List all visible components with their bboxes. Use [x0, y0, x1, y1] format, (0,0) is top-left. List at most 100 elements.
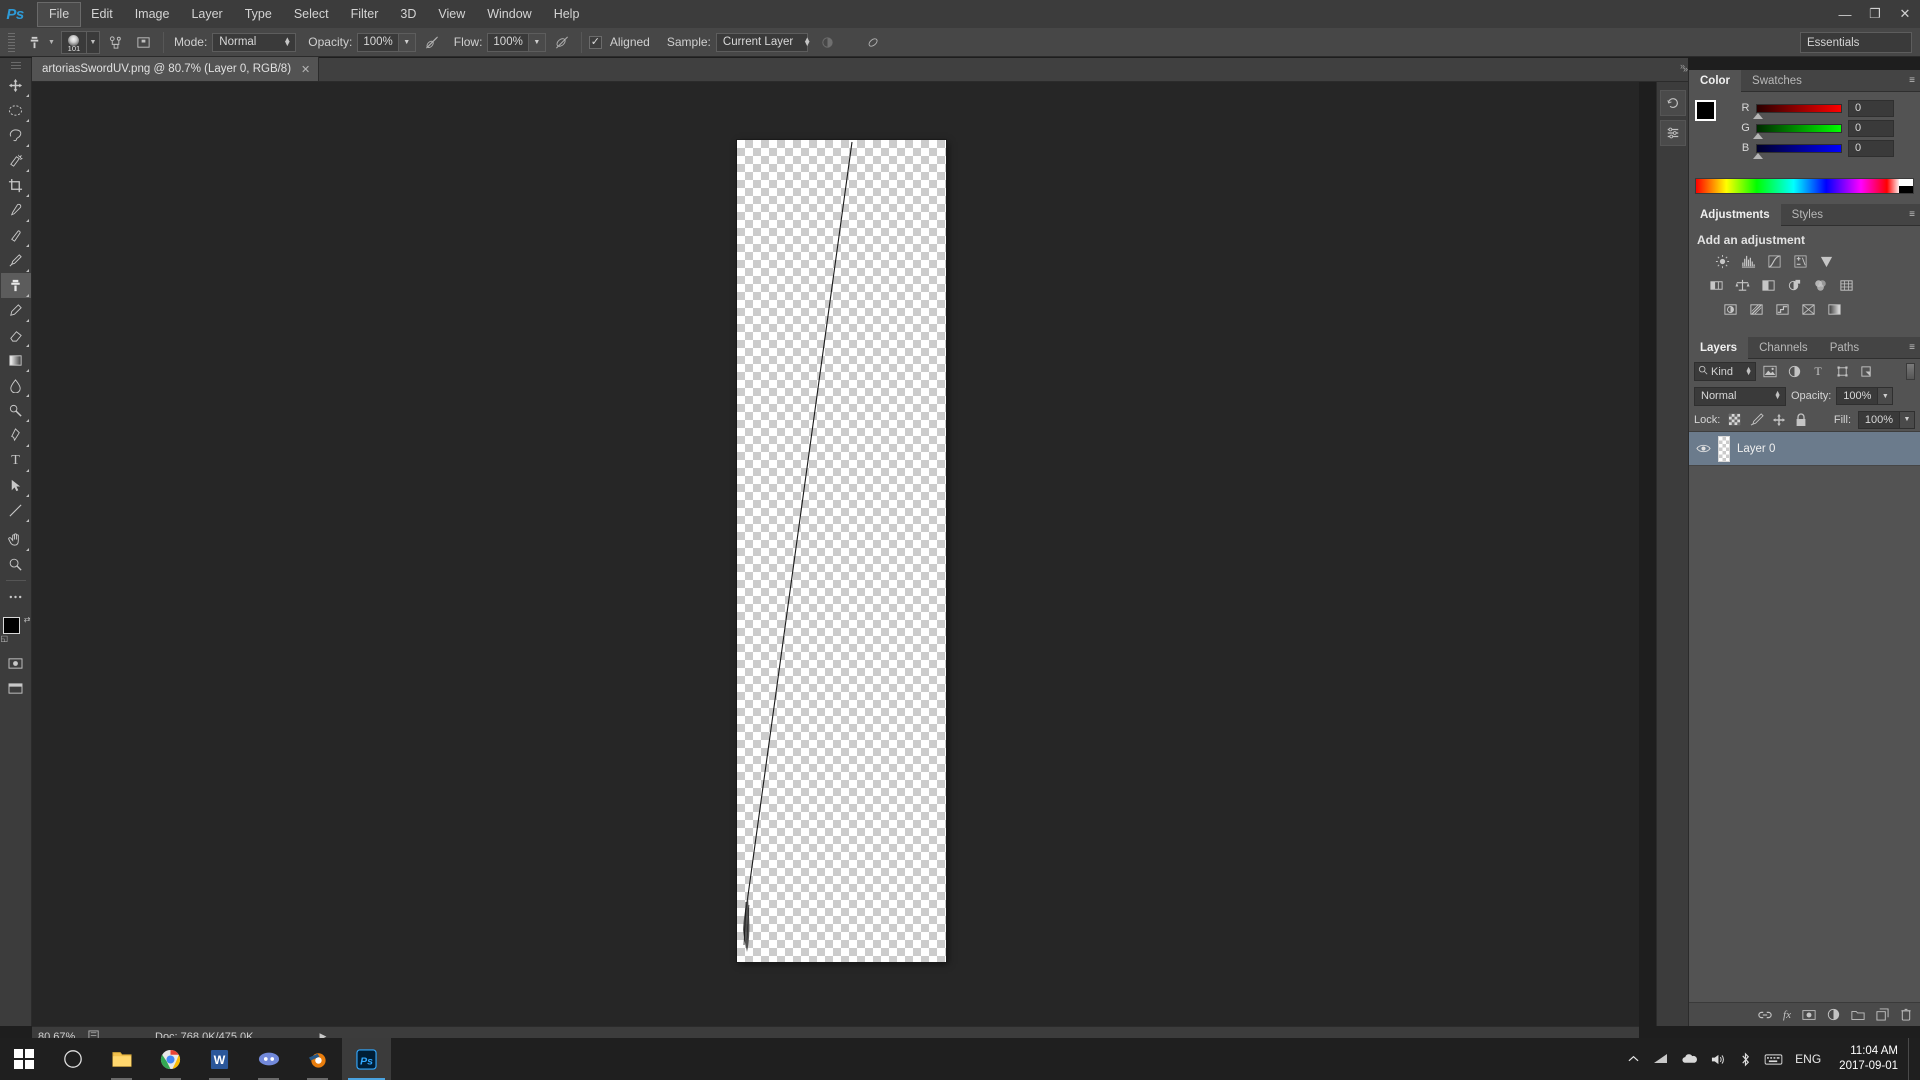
tab-layers[interactable]: Layers — [1689, 336, 1749, 359]
green-slider[interactable] — [1753, 123, 1842, 139]
document-canvas[interactable] — [737, 140, 946, 962]
tab-paths[interactable]: Paths — [1819, 337, 1870, 359]
menu-file[interactable]: File — [36, 1, 82, 27]
chrome-button[interactable] — [146, 1038, 195, 1080]
table-row[interactable]: Layer 0 — [1689, 432, 1920, 466]
menu-select[interactable]: Select — [283, 3, 340, 26]
layer-blend-mode-select[interactable]: Normal ▲ ▼ — [1694, 386, 1786, 406]
filter-type-layers-icon[interactable]: T — [1808, 362, 1828, 381]
opacity-control[interactable]: 100% ▼ — [357, 32, 416, 52]
flow-control[interactable]: 100% ▼ — [487, 32, 546, 52]
tab-channels[interactable]: Channels — [1748, 337, 1819, 359]
reset-colors-icon[interactable]: ◱ — [1, 634, 9, 643]
filter-shape-layers-icon[interactable] — [1832, 362, 1852, 381]
discord-button[interactable] — [244, 1038, 293, 1080]
color-panel-foreground-swatch[interactable] — [1695, 100, 1716, 121]
tab-color[interactable]: Color — [1689, 69, 1742, 92]
hue-saturation-icon[interactable] — [1705, 276, 1727, 295]
menu-window[interactable]: Window — [476, 3, 542, 26]
zoom-tool[interactable] — [1, 552, 31, 577]
layer-opacity-control[interactable]: 100% ▼ — [1836, 387, 1894, 405]
selective-color-icon[interactable] — [1797, 300, 1819, 319]
tablet-pressure-size-icon[interactable] — [862, 31, 886, 53]
maximize-button[interactable]: ❐ — [1860, 0, 1890, 28]
blue-slider-thumb[interactable] — [1753, 152, 1763, 159]
color-balance-icon[interactable] — [1731, 276, 1753, 295]
menu-3d[interactable]: 3D — [389, 3, 427, 26]
foreground-color-swatch[interactable] — [2, 617, 20, 634]
photo-filter-icon[interactable] — [1783, 276, 1805, 295]
workspace-switcher[interactable]: Essentials — [1800, 32, 1912, 53]
toggle-layer-filtering-switch[interactable] — [1906, 363, 1915, 380]
network-icon[interactable] — [1647, 1038, 1675, 1080]
screen-mode-button[interactable] — [1, 676, 31, 701]
menu-edit[interactable]: Edit — [80, 3, 124, 26]
vibrance-icon[interactable] — [1815, 252, 1837, 271]
eyedropper-tool[interactable] — [1, 198, 31, 223]
layer-style-icon[interactable]: fx — [1783, 1009, 1791, 1021]
new-fill-adjustment-layer-icon[interactable] — [1827, 1008, 1840, 1021]
channel-mixer-icon[interactable] — [1809, 276, 1831, 295]
new-group-icon[interactable] — [1851, 1009, 1865, 1021]
sample-select[interactable]: Current Layer ▲ ▼ — [715, 32, 811, 52]
clone-stamp-icon[interactable] — [21, 31, 47, 53]
tab-styles[interactable]: Styles — [1781, 204, 1834, 226]
show-desktop-button[interactable] — [1908, 1038, 1916, 1080]
opacity-pressure-icon[interactable] — [420, 31, 444, 53]
link-layers-icon[interactable] — [1758, 1009, 1772, 1021]
tool-preset-chevron-icon[interactable]: ▼ — [48, 39, 55, 46]
pen-tool[interactable] — [1, 423, 31, 448]
brush-tool[interactable] — [1, 248, 31, 273]
black-white-icon[interactable] — [1757, 276, 1779, 295]
spot-healing-brush-tool[interactable] — [1, 223, 31, 248]
new-layer-icon[interactable] — [1876, 1008, 1889, 1021]
layer-opacity-input[interactable]: 100% — [1836, 387, 1879, 405]
opacity-input[interactable]: 100% — [357, 32, 399, 52]
menu-image[interactable]: Image — [124, 3, 181, 26]
menu-layer[interactable]: Layer — [180, 3, 233, 26]
layers-panel-menu-icon[interactable]: ≡ — [1909, 342, 1915, 353]
flow-input[interactable]: 100% — [487, 32, 529, 52]
lock-position-icon[interactable] — [1771, 412, 1786, 427]
close-icon[interactable]: ✕ — [301, 63, 310, 76]
eraser-tool[interactable] — [1, 323, 31, 348]
options-bar-grip[interactable] — [8, 32, 17, 52]
start-button[interactable] — [0, 1038, 48, 1080]
onedrive-icon[interactable] — [1675, 1038, 1703, 1080]
menu-filter[interactable]: Filter — [340, 3, 390, 26]
layer-opacity-chevron-icon[interactable]: ▼ — [1878, 387, 1894, 405]
quick-mask-mode-button[interactable] — [1, 651, 31, 676]
blend-mode-select[interactable]: Normal ▲ ▼ — [212, 32, 297, 52]
word-button[interactable]: W — [195, 1038, 244, 1080]
menu-type[interactable]: Type — [234, 3, 283, 26]
brush-preset-picker[interactable]: 101 — [60, 30, 87, 54]
filter-pixel-layers-icon[interactable] — [1760, 362, 1780, 381]
color-panel-swatches[interactable] — [1695, 100, 1729, 134]
curves-icon[interactable] — [1763, 252, 1785, 271]
layer-visibility-eye-icon[interactable] — [1695, 443, 1711, 454]
blue-value-input[interactable]: 0 — [1848, 139, 1894, 157]
add-layer-mask-icon[interactable] — [1802, 1009, 1816, 1021]
layer-thumbnail[interactable] — [1718, 435, 1730, 462]
volume-icon[interactable] — [1703, 1038, 1731, 1080]
layer-fill-control[interactable]: 100% ▼ — [1858, 410, 1915, 429]
horizontal-type-tool[interactable]: T — [1, 448, 31, 473]
invert-icon[interactable] — [1719, 300, 1741, 319]
layer-filter-kind-select[interactable]: Kind ▲ ▼ — [1694, 362, 1756, 381]
edit-toolbar-button[interactable] — [1, 584, 31, 609]
close-button[interactable]: ✕ — [1890, 0, 1920, 28]
properties-panel-icon[interactable] — [1659, 120, 1686, 146]
hand-tool[interactable] — [1, 527, 31, 552]
tools-panel-grip[interactable] — [10, 60, 21, 70]
lock-all-icon[interactable] — [1793, 412, 1808, 427]
dodge-tool[interactable] — [1, 398, 31, 423]
quick-selection-tool[interactable] — [1, 148, 31, 173]
menu-help[interactable]: Help — [543, 3, 591, 26]
filter-adjustment-layers-icon[interactable] — [1784, 362, 1804, 381]
red-value-input[interactable]: 0 — [1848, 99, 1894, 117]
red-slider[interactable] — [1753, 103, 1842, 119]
taskview-button[interactable] — [48, 1038, 97, 1080]
gradient-tool[interactable] — [1, 348, 31, 373]
color-panel-menu-icon[interactable]: ≡ — [1909, 75, 1915, 86]
layer-fill-input[interactable]: 100% — [1858, 410, 1900, 429]
